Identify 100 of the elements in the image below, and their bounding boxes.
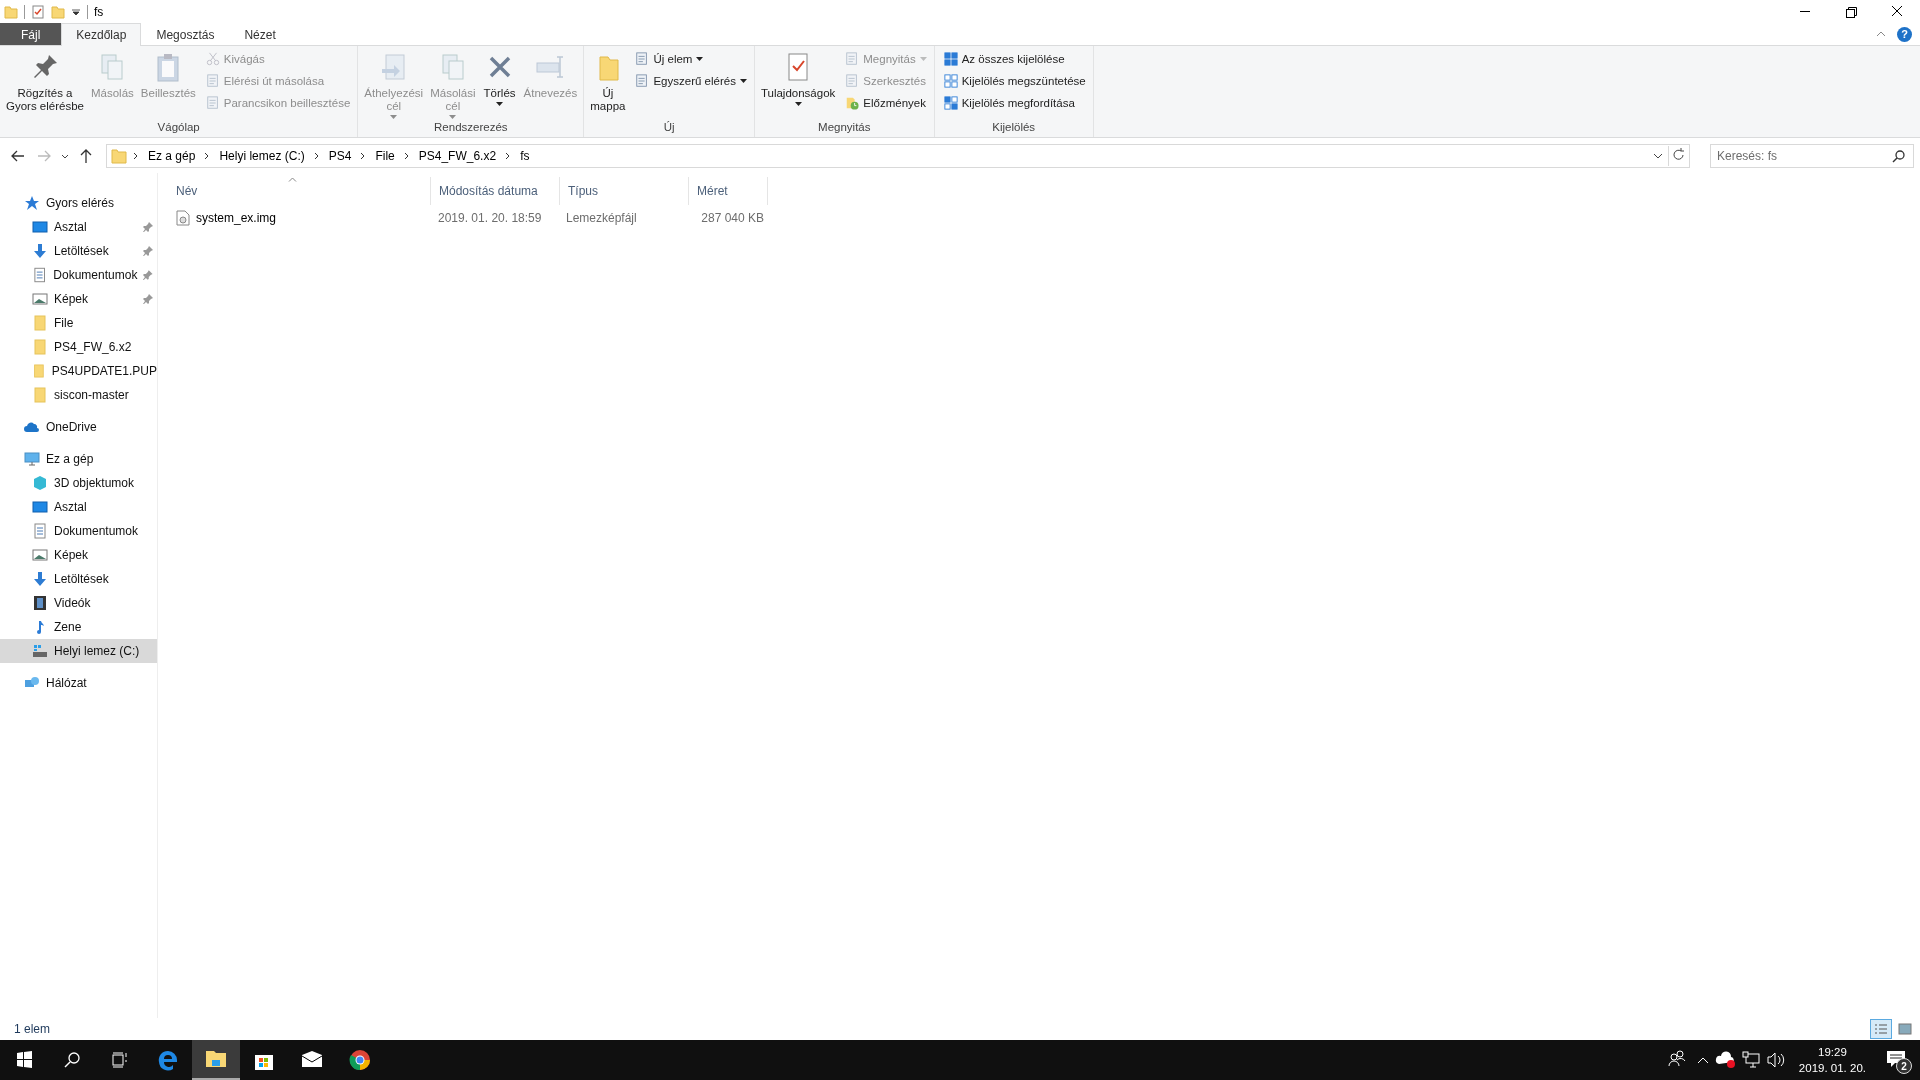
breadcrumb-item[interactable]: PS4_FW_6.x2 <box>415 148 500 163</box>
ribbon-icon <box>205 96 220 110</box>
search-icon <box>1892 148 1906 163</box>
navigation-item[interactable]: Letöltések <box>0 239 157 263</box>
navigation-item[interactable]: Gyors elérés <box>0 191 157 215</box>
clock-date[interactable]: 2019. 01. 20. <box>1798 1060 1866 1076</box>
navigation-icon <box>32 339 48 355</box>
breadcrumb-item[interactable]: Helyi lemez (C:) <box>216 148 308 163</box>
navigation-item[interactable]: Asztal <box>0 215 157 239</box>
navigation-item[interactable]: Képek <box>0 287 157 311</box>
navigation-icon <box>32 547 48 563</box>
ribbon-button[interactable]: Kijelölés megfordítása <box>939 93 1090 113</box>
navigation-item[interactable]: Dokumentumok <box>0 263 157 287</box>
navigation-item[interactable]: Képek <box>0 543 157 567</box>
navigation-icon <box>32 267 48 283</box>
navigation-icon <box>32 291 48 307</box>
ribbon-button[interactable]: Egyszerű elérés <box>631 71 751 91</box>
navigation-item[interactable]: OneDrive <box>0 415 157 439</box>
column-header[interactable]: Módosítás dátuma <box>431 177 560 205</box>
ribbon-button[interactable]: Kijelölés megszüntetése <box>939 71 1090 91</box>
pin-icon[interactable] <box>143 222 153 232</box>
address-bar[interactable]: Ez a gép Helyi lemez (C:) PS4 File PS4_FW_6.x2 fs <box>106 143 1690 168</box>
navigation-icon <box>32 363 46 379</box>
ribbon-group-label: Új <box>662 121 676 135</box>
browser-circle-icon <box>349 1049 371 1071</box>
ribbon-tab[interactable]: Kezdőlap <box>61 23 142 46</box>
ribbon-button[interactable]: Rögzítés a Gyors elérésbe <box>3 49 87 115</box>
navigation-icon <box>32 643 48 659</box>
navigation-item[interactable]: Videók <box>0 591 157 615</box>
navigation-item[interactable]: 3D objektumok <box>0 471 157 495</box>
type-cell-text: Lemezképfájl <box>565 211 638 225</box>
picture-icon <box>1898 1023 1912 1035</box>
navigation-item[interactable]: Zene <box>0 615 157 639</box>
ribbon-group-label: Vágólap <box>156 121 201 135</box>
navigation-icon <box>32 243 48 259</box>
ribbon-group-label: Megnyitás <box>817 121 872 135</box>
ribbon-icon <box>205 52 220 66</box>
file-name: system_ex.img <box>196 211 277 225</box>
navigation-icon <box>32 219 48 235</box>
navigation-item[interactable]: PS4_FW_6.x2 <box>0 335 157 359</box>
ribbon-icon <box>845 96 860 110</box>
navigation-item[interactable]: Dokumentumok <box>0 519 157 543</box>
ribbon-group-label: Kijelölés <box>991 121 1037 135</box>
navigation-item[interactable]: Helyi lemez (C:) <box>0 639 157 663</box>
breadcrumb-item[interactable]: PS4 <box>325 148 355 163</box>
navigation-icon <box>32 595 48 611</box>
ribbon-button[interactable]: Törlés <box>479 49 520 108</box>
notification-count-badge: 2 <box>1896 1058 1912 1074</box>
checkmark-document-icon[interactable] <box>31 4 45 19</box>
navigation-icon <box>32 499 48 515</box>
window-title: fs <box>94 4 104 19</box>
help-button[interactable]: ? <box>1897 26 1912 42</box>
browser-e-icon <box>157 1049 179 1071</box>
ribbon-icon <box>845 74 860 88</box>
column-header[interactable]: Név <box>168 177 431 205</box>
ribbon-button[interactable]: Előzmények <box>841 93 931 113</box>
navigation-icon <box>24 451 40 467</box>
taskbar-app-button[interactable] <box>192 1040 240 1080</box>
ribbon-icon <box>943 52 958 66</box>
ribbon-icon <box>943 96 958 110</box>
navigation-item[interactable]: Letöltések <box>0 567 157 591</box>
ribbon-tab[interactable]: Nézet <box>229 23 291 45</box>
breadcrumb-item[interactable]: Ez a gép <box>145 148 199 163</box>
ribbon-icon <box>943 74 958 88</box>
size-cell-text: 287 040 KB <box>700 211 765 225</box>
column-header[interactable]: Méret <box>689 177 768 205</box>
ribbon-button[interactable]: Tulajdonságok <box>757 49 839 108</box>
pin-icon[interactable] <box>143 246 153 256</box>
ribbon-icon <box>635 52 650 66</box>
navigation-icon <box>32 315 48 331</box>
file-menu-tab[interactable]: Fájl <box>0 23 62 45</box>
navigation-item[interactable]: PS4UPDATE1.PUP <box>0 359 157 383</box>
search-field[interactable]: Keresés: fs <box>1710 143 1914 168</box>
date-cell-text: 2019. 01. 20. 18:59 <box>437 211 543 225</box>
navigation-item[interactable]: Hálózat <box>0 671 157 695</box>
navigation-item[interactable]: Asztal <box>0 495 157 519</box>
ribbon-button[interactable]: Új mappa <box>587 49 629 115</box>
pin-icon[interactable] <box>143 270 153 280</box>
navigation-icon <box>32 523 48 539</box>
navigation-item[interactable]: Ez a gép <box>0 447 157 471</box>
ribbon-icon <box>635 74 650 88</box>
ribbon-icon <box>845 52 860 66</box>
breadcrumb-item[interactable]: File <box>372 148 398 163</box>
file-row[interactable]: system_ex.img 2019. 01. 20. 18:59 Lemezképfájl 287 040 KB <box>168 207 1920 229</box>
navigation-item[interactable]: File <box>0 311 157 335</box>
navigation-icon <box>32 387 48 403</box>
item-count: 1 elem <box>14 1022 51 1036</box>
pin-icon[interactable] <box>143 294 153 304</box>
folder-icon <box>111 147 127 164</box>
breadcrumb-item[interactable]: fs <box>517 148 533 163</box>
navigation-item[interactable]: siscon-master <box>0 383 157 407</box>
ribbon-group-label: Rendszerezés <box>433 121 509 135</box>
ribbon-button[interactable]: Új elem <box>631 49 751 69</box>
folder-icon <box>205 1048 227 1070</box>
list-icon <box>1874 1023 1888 1035</box>
ribbon-button[interactable]: Az összes kijelölése <box>939 49 1090 69</box>
clock-time[interactable]: 19:29 <box>1818 1044 1847 1060</box>
disk-image-file-icon <box>176 210 190 226</box>
column-header[interactable]: Típus <box>560 177 689 205</box>
ribbon-tab[interactable]: Megosztás <box>141 23 230 45</box>
